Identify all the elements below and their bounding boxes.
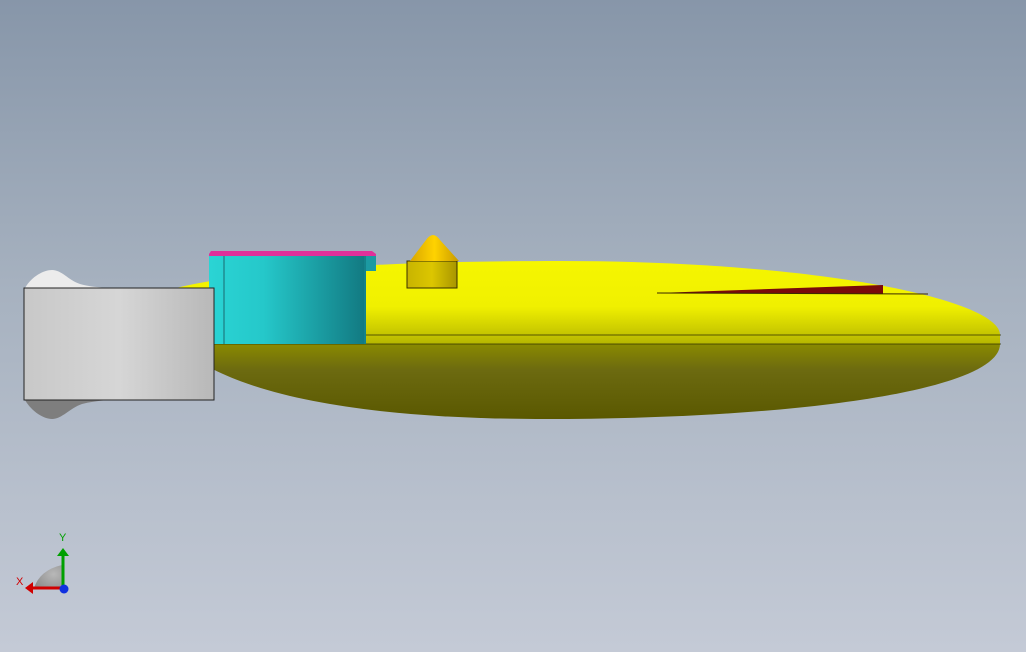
triad-x-label: X — [16, 576, 24, 588]
3d-model-view[interactable] — [0, 0, 1026, 652]
view-triad — [25, 548, 69, 594]
gray-end-block[interactable] — [23, 270, 215, 419]
cyan-cylinder[interactable] — [209, 251, 376, 344]
z-axis — [59, 584, 69, 594]
cone-boss[interactable] — [406, 235, 459, 289]
triad-y-label: Y — [59, 532, 67, 544]
triad-plane — [34, 565, 62, 588]
magenta-rim — [209, 251, 376, 256]
graphics-viewport[interactable]: X Y — [0, 0, 1026, 652]
